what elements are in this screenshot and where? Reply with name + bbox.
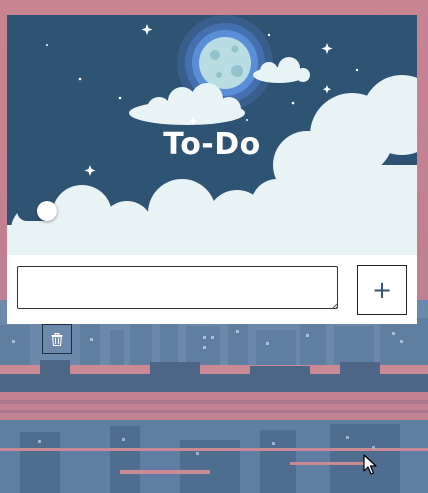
resize-grip-icon[interactable] — [331, 302, 338, 309]
trash-icon — [51, 332, 63, 346]
add-todo-button[interactable]: + — [357, 265, 407, 315]
todo-card: To-Do + — [7, 15, 417, 324]
sky-header: To-Do — [7, 15, 417, 255]
todo-input[interactable] — [17, 266, 338, 309]
mouse-cursor-icon — [363, 454, 377, 475]
plus-icon: + — [371, 276, 393, 304]
theme-toggle[interactable] — [17, 201, 57, 221]
app-title: To-Do — [163, 127, 261, 162]
moon-icon — [199, 37, 251, 89]
toggle-knob[interactable] — [37, 201, 57, 221]
delete-todo-button[interactable] — [42, 324, 72, 354]
